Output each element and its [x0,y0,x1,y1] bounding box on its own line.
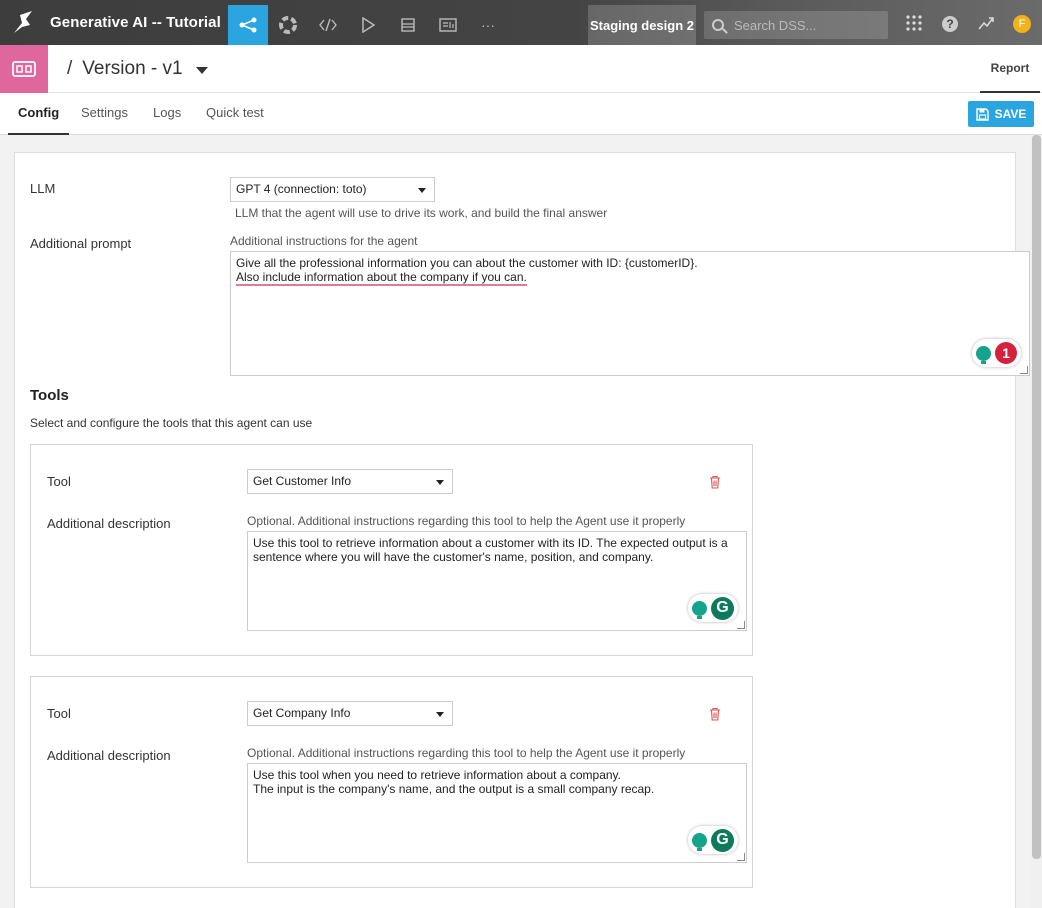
additional-prompt-label: Additional prompt [30,236,132,251]
prompt-line-1: Give all the professional information yo… [236,256,698,270]
version-title: Version - v1 [82,58,183,79]
tool-select[interactable]: Get Customer Info [247,469,453,494]
additional-description-hint: Optional. Additional instructions regard… [247,514,686,528]
chevron-down-icon [436,480,444,485]
tool-description-line-1: Use this tool when you need to retrieve … [253,768,621,782]
settings-tabs: Config Settings Logs Quick test SAVE [0,93,1042,135]
agent-config-panel: LLM GPT 4 (connection: toto) LLM that th… [14,152,1030,908]
tool-select[interactable]: Get Company Info [247,701,453,726]
resize-handle-icon[interactable] [1020,366,1028,374]
version-dropdown-caret-icon[interactable] [196,67,208,74]
object-header: / Version - v1 Report [0,45,1042,93]
tools-section-subtitle: Select and configure the tools that this… [30,416,313,430]
llm-hint: LLM that the agent will use to drive its… [235,206,608,220]
more-icon[interactable]: ··· [468,5,508,45]
save-label: SAVE [994,107,1027,121]
tool-selected-value: Get Customer Info [253,474,352,488]
page-scrollbar[interactable] [1031,135,1042,908]
lightbulb-icon [692,832,707,851]
resize-handle-icon[interactable] [737,621,745,629]
tool-label: Tool [47,474,71,489]
tab-config[interactable]: Config [8,105,70,135]
resize-handle-icon[interactable] [737,853,745,861]
activity-trend-icon[interactable] [976,13,996,33]
dashboard-icon[interactable] [428,5,468,45]
llm-selected-value: GPT 4 (connection: toto) [236,182,367,196]
delete-tool-icon[interactable] [709,475,721,489]
dataiku-bird-logo-icon[interactable] [10,9,40,37]
additional-description-hint: Optional. Additional instructions regard… [247,746,686,760]
grammarly-badge[interactable]: G [688,826,738,854]
page-title: / Version - v1 [67,58,183,80]
lightbulb-icon [692,600,707,619]
grammarly-logo-icon: G [711,596,734,620]
scrollbar-thumb[interactable] [1032,135,1041,859]
code-icon[interactable] [308,5,348,45]
save-button[interactable]: SAVE [968,101,1034,127]
top-navbar: Generative AI -- Tutorial ··· Staging de… [0,0,1042,45]
tool-card: Tool Get Customer Info Additional descri… [30,444,753,656]
chevron-down-icon [436,712,444,717]
search-icon [712,19,724,31]
tool-description-line-2: The input is the company's name, and the… [253,782,655,796]
save-icon [975,107,989,121]
grammarly-badge[interactable]: 1 [972,339,1021,367]
run-icon[interactable] [348,5,388,45]
tab-quick-test[interactable]: Quick test [206,105,264,135]
instance-label[interactable]: Staging design 2 [588,5,696,45]
lightbulb-icon [976,345,991,364]
tools-section-title: Tools [30,387,69,404]
tab-settings[interactable]: Settings [81,105,128,135]
tab-logs[interactable]: Logs [153,105,181,135]
additional-prompt-hint: Additional instructions for the agent [230,234,418,248]
grammarly-issue-count: 1 [995,342,1017,364]
llm-label: LLM [30,181,56,196]
additional-description-label: Additional description [47,748,171,763]
apps-grid-icon[interactable] [904,13,924,33]
search-placeholder: Search DSS... [734,17,817,33]
llm-select[interactable]: GPT 4 (connection: toto) [230,177,435,202]
additional-prompt-textarea[interactable]: Give all the professional information yo… [230,251,1030,376]
tool-card: Tool Get Company Info Additional descrip… [30,676,753,888]
title-separator: / [67,58,73,79]
tool-description-line-2: sentence where you will have the custome… [253,550,654,564]
project-title[interactable]: Generative AI -- Tutorial [50,14,221,31]
chevron-down-icon [418,188,426,193]
agent-object-icon [0,45,48,93]
tool-description-textarea[interactable]: Use this tool to retrieve information ab… [247,531,747,631]
grammarly-logo-icon: G [711,828,734,852]
grammarly-badge[interactable]: G [688,594,738,622]
search-input[interactable]: Search DSS... [704,11,888,39]
tab-report[interactable]: Report [980,45,1040,93]
tool-description-line-1: Use this tool to retrieve information ab… [253,536,728,550]
deploy-icon[interactable] [388,5,428,45]
help-icon[interactable]: ? [942,16,958,32]
prompt-line-2: Also include information about the compa… [236,270,527,284]
user-avatar[interactable]: F [1013,15,1031,33]
recipes-icon[interactable] [268,5,308,45]
tool-selected-value: Get Company Info [253,706,351,720]
flow-icon[interactable] [228,5,268,45]
additional-description-label: Additional description [47,516,171,531]
delete-tool-icon[interactable] [709,707,721,721]
tool-description-textarea[interactable]: Use this tool when you need to retrieve … [247,763,747,863]
tool-label: Tool [47,706,71,721]
